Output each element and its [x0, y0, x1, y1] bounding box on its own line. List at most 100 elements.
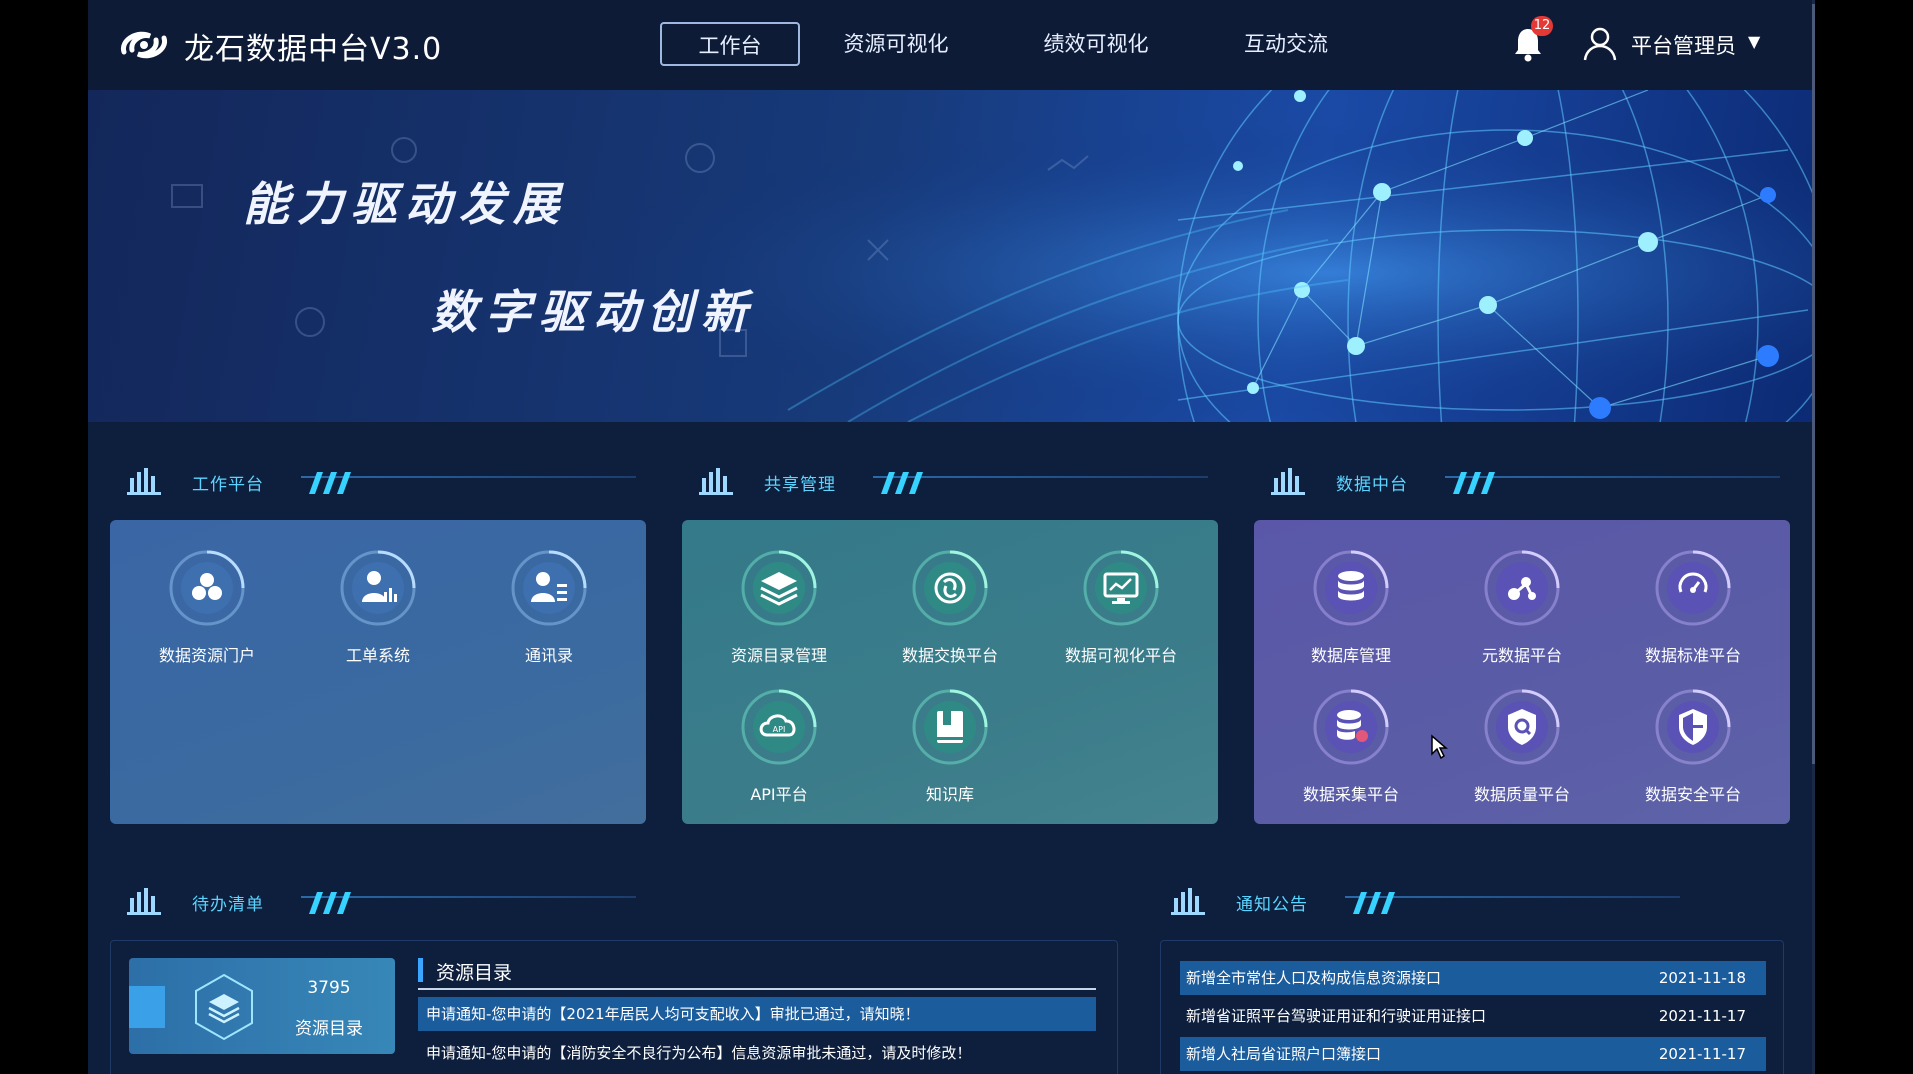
tile-data-collection-platform[interactable]: 数据采集平台 — [1281, 687, 1421, 805]
layers-hexagon-icon — [195, 973, 253, 1041]
svg-text:API: API — [773, 725, 786, 734]
tile-label: 数据质量平台 — [1473, 785, 1570, 804]
section-title: 共享管理 — [764, 475, 836, 495]
tile-label: 元数据平台 — [1481, 646, 1562, 665]
list-title-divider — [418, 988, 1096, 990]
user-icon[interactable] — [1582, 26, 1618, 62]
tile-data-standard-platform[interactable]: 数据标准平台 — [1623, 548, 1763, 666]
notice-date: 2021-11-18 — [1658, 969, 1746, 987]
quality-shield-icon — [1484, 689, 1560, 765]
todo-list-item[interactable]: 申请通知-您申请的【消防安全不良行为公布】信息资源审批未通过，请及时修改！ — [418, 1036, 1096, 1070]
app-frame: 龙石数据中台V3.0 工作台 资源可视化 绩效可视化 互动交流 12 平台管理员… — [88, 0, 1815, 1074]
globe-network-illustration — [88, 90, 1815, 422]
stripes-decoration — [309, 472, 351, 494]
work-order-icon — [340, 550, 416, 626]
section-title: 通知公告 — [1236, 895, 1308, 915]
tile-data-security-platform[interactable]: 数据安全平台 — [1623, 687, 1763, 805]
tile-api-platform[interactable]: API API平台 — [709, 687, 849, 805]
section-header-share-management: 共享管理 — [698, 458, 1218, 502]
tile-database-management[interactable]: 数据库管理 — [1281, 548, 1421, 666]
nav-tab-performance-visualization[interactable]: 绩效可视化 — [1036, 22, 1156, 66]
monitor-chart-icon — [1083, 550, 1159, 626]
app-title: 龙石数据中台V3.0 — [184, 32, 443, 67]
tile-label: API平台 — [750, 785, 808, 804]
top-navigation-bar: 龙石数据中台V3.0 工作台 资源可视化 绩效可视化 互动交流 12 平台管理员… — [88, 0, 1815, 90]
section-title: 工作平台 — [192, 475, 264, 495]
tile-label: 数据可视化平台 — [1064, 646, 1177, 665]
book-icon — [912, 689, 988, 765]
notice-item[interactable]: 新增全市常住人口及构成信息资源接口 2021-11-18 — [1180, 961, 1766, 995]
section-header-todo: 待办清单 — [126, 878, 646, 922]
hero-banner: 能力驱动发展 数字驱动创新 — [88, 90, 1815, 422]
user-name[interactable]: 平台管理员 — [1631, 30, 1736, 60]
tile-label: 数据安全平台 — [1644, 785, 1741, 804]
stripes-decoration — [1353, 892, 1395, 914]
stripes-decoration — [881, 472, 923, 494]
data-center-panel: 数据库管理 元数据平台 数据标准平台 数据采集平台 数据质量平台 数据安全平台 — [1254, 520, 1790, 824]
nav-tab-workbench[interactable]: 工作台 — [660, 22, 800, 66]
stripes-decoration — [309, 892, 351, 914]
notice-title: 新增全市常住人口及构成信息资源接口 — [1186, 969, 1442, 987]
notice-title: 新增人社局省证照户口簿接口 — [1186, 1045, 1382, 1063]
banner-headline-1: 能力驱动发展 — [243, 177, 567, 231]
tile-label: 数据标准平台 — [1644, 646, 1741, 665]
nodes-icon — [1484, 550, 1560, 626]
section-header-data-center: 数据中台 — [1270, 458, 1790, 502]
contacts-icon — [511, 550, 587, 626]
tile-label: 资源目录管理 — [730, 646, 827, 665]
security-shield-icon — [1655, 689, 1731, 765]
tile-work-order-system[interactable]: 工单系统 — [308, 548, 448, 666]
stat-count: 3795 — [307, 978, 351, 998]
tile-label: 通讯录 — [524, 646, 573, 665]
database-collect-icon — [1313, 689, 1389, 765]
section-header-work-platform: 工作平台 — [126, 458, 646, 502]
section-title: 数据中台 — [1336, 475, 1408, 495]
todo-item-text: 申请通知-您申请的【消防安全不良行为公布】信息资源审批未通过，请及时修改！ — [426, 1044, 972, 1062]
gauge-icon — [1655, 550, 1731, 626]
tile-contacts[interactable]: 通讯录 — [479, 548, 619, 666]
tile-data-resource-portal[interactable]: 数据资源门户 — [137, 548, 277, 666]
tile-label: 数据采集平台 — [1302, 785, 1399, 804]
tile-label: 工单系统 — [345, 646, 410, 665]
tile-resource-catalog-management[interactable]: 资源目录管理 — [709, 548, 849, 666]
tile-knowledge-base[interactable]: 知识库 — [880, 687, 1020, 805]
todo-stat-card[interactable]: 3795 资源目录 — [129, 958, 395, 1054]
notification-count-badge: 12 — [1531, 16, 1553, 36]
notice-item[interactable]: 新增省证照平台驾驶证用证和行驶证用证接口 2021-11-17 — [1180, 999, 1766, 1033]
scrollbar-track[interactable] — [1812, 0, 1815, 1074]
exchange-icon — [912, 550, 988, 626]
scrollbar-thumb[interactable] — [1812, 4, 1815, 764]
tile-label: 数据库管理 — [1310, 646, 1391, 665]
database-icon — [1313, 550, 1389, 626]
caret-down-icon[interactable]: ▼ — [1748, 32, 1760, 51]
layers-icon — [741, 550, 817, 626]
notice-date: 2021-11-17 — [1658, 1007, 1746, 1025]
section-header-notices: 通知公告 — [1170, 878, 1690, 922]
tile-data-visualization-platform[interactable]: 数据可视化平台 — [1051, 548, 1191, 666]
mouse-cursor-icon — [1431, 734, 1448, 760]
bar-chart-icon — [1171, 888, 1205, 915]
tile-label: 数据交换平台 — [901, 646, 998, 665]
section-title: 待办清单 — [192, 895, 264, 915]
notice-item[interactable]: 新增人社局省证照户口簿接口 2021-11-17 — [1180, 1037, 1766, 1071]
todo-list-title: 资源目录 — [436, 962, 513, 984]
stat-label: 资源目录 — [295, 1019, 363, 1039]
tile-data-quality-platform[interactable]: 数据质量平台 — [1452, 687, 1592, 805]
tile-data-exchange-platform[interactable]: 数据交换平台 — [880, 548, 1020, 666]
tile-label: 数据资源门户 — [158, 646, 255, 665]
stat-accent-block — [129, 986, 165, 1028]
bar-chart-icon — [127, 888, 161, 915]
api-cloud-icon: API — [741, 689, 817, 765]
bar-chart-icon — [699, 468, 733, 495]
bar-chart-icon — [1271, 468, 1305, 495]
portal-icon — [169, 550, 245, 626]
banner-headline-2: 数字驱动创新 — [431, 285, 755, 339]
nav-tab-resource-visualization[interactable]: 资源可视化 — [836, 22, 956, 66]
logo-icon — [120, 31, 168, 59]
tile-metadata-platform[interactable]: 元数据平台 — [1452, 548, 1592, 666]
share-management-panel: 资源目录管理 数据交换平台 数据可视化平台 API API平台 知识库 — [682, 520, 1218, 824]
todo-item-text: 申请通知-您申请的【2021年居民人均可支配收入】审批已通过，请知晓！ — [426, 1005, 920, 1023]
notice-title: 新增省证照平台驾驶证用证和行驶证用证接口 — [1186, 1007, 1487, 1025]
nav-tab-interaction[interactable]: 互动交流 — [1236, 22, 1336, 66]
todo-list-item[interactable]: 申请通知-您申请的【2021年居民人均可支配收入】审批已通过，请知晓！ — [418, 997, 1096, 1031]
